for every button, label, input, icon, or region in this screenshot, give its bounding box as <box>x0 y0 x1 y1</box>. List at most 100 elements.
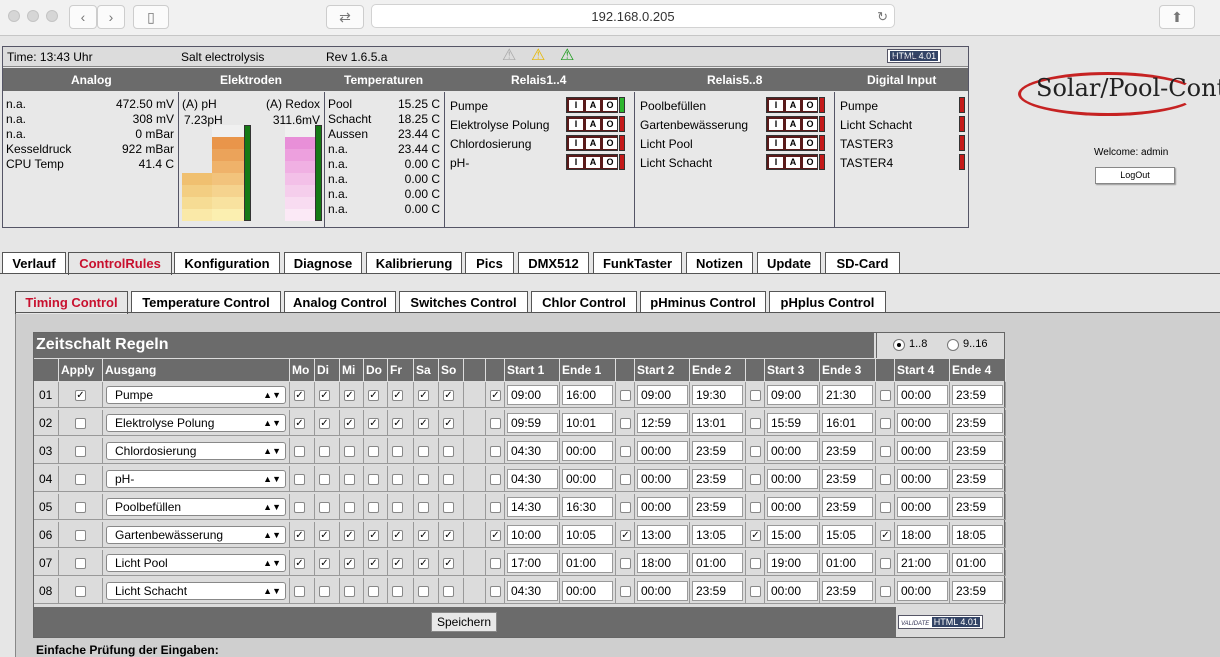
relay-iao-switch[interactable]: IAO <box>766 97 818 113</box>
start-time-input[interactable]: 00:00 <box>897 581 948 601</box>
end-time-input[interactable]: 23:59 <box>952 581 1003 601</box>
day-checkbox[interactable]: ✓ <box>344 530 355 541</box>
start-time-input[interactable]: 18:00 <box>637 553 688 573</box>
ausgang-select[interactable]: Elektrolyse Polung ▲▼ <box>106 414 286 432</box>
tab-notizen[interactable]: Notizen <box>686 252 753 274</box>
tab-konfiguration[interactable]: Konfiguration <box>174 252 280 274</box>
day-checkbox[interactable]: ✓ <box>443 390 454 401</box>
enable-checkbox[interactable] <box>750 558 761 569</box>
tab-funktaster[interactable]: FunkTaster <box>593 252 682 274</box>
start-time-input[interactable]: 09:00 <box>767 385 818 405</box>
back-icon[interactable]: ‹ <box>69 5 97 29</box>
day-checkbox[interactable]: ✓ <box>319 418 330 429</box>
ausgang-select[interactable]: Licht Schacht ▲▼ <box>106 582 286 600</box>
end-time-input[interactable]: 23:59 <box>822 441 873 461</box>
tab-sdcard[interactable]: SD-Card <box>825 252 900 274</box>
tab-pics[interactable]: Pics <box>465 252 514 274</box>
enable-checkbox[interactable] <box>490 446 501 457</box>
enable-checkbox[interactable] <box>880 558 891 569</box>
day-checkbox[interactable] <box>368 446 379 457</box>
day-checkbox[interactable] <box>443 446 454 457</box>
day-checkbox[interactable] <box>418 502 429 513</box>
start-time-input[interactable]: 13:00 <box>637 525 688 545</box>
tab-verlauf[interactable]: Verlauf <box>2 252 66 274</box>
apply-checkbox[interactable] <box>75 530 86 541</box>
footer-validator-badge[interactable]: VALIDATE HTML 4.01 <box>898 615 983 629</box>
day-checkbox[interactable] <box>418 586 429 597</box>
start-time-input[interactable]: 00:00 <box>637 581 688 601</box>
day-checkbox[interactable]: ✓ <box>392 390 403 401</box>
start-time-input[interactable]: 04:30 <box>507 581 558 601</box>
end-time-input[interactable]: 23:59 <box>692 497 743 517</box>
enable-checkbox[interactable] <box>620 390 631 401</box>
relay-a-button[interactable]: A <box>786 100 800 111</box>
end-time-input[interactable]: 00:00 <box>562 469 613 489</box>
start-time-input[interactable]: 00:00 <box>897 385 948 405</box>
end-time-input[interactable]: 23:59 <box>692 469 743 489</box>
day-checkbox[interactable]: ✓ <box>392 418 403 429</box>
enable-checkbox[interactable]: ✓ <box>880 530 891 541</box>
start-time-input[interactable]: 00:00 <box>767 469 818 489</box>
day-checkbox[interactable] <box>392 586 403 597</box>
enable-checkbox[interactable] <box>750 418 761 429</box>
sidebar-icon[interactable]: ▯ <box>133 5 169 29</box>
enable-checkbox[interactable] <box>490 502 501 513</box>
end-time-input[interactable]: 23:59 <box>952 497 1003 517</box>
end-time-input[interactable]: 18:05 <box>952 525 1003 545</box>
day-checkbox[interactable] <box>418 474 429 485</box>
start-time-input[interactable]: 00:00 <box>897 469 948 489</box>
end-time-input[interactable]: 00:00 <box>562 441 613 461</box>
relay-iao-switch[interactable]: IAO <box>766 116 818 132</box>
end-time-input[interactable]: 23:59 <box>692 581 743 601</box>
apply-checkbox[interactable] <box>75 558 86 569</box>
tab-dmx512[interactable]: DMX512 <box>518 252 589 274</box>
apply-checkbox[interactable] <box>75 446 86 457</box>
day-checkbox[interactable] <box>319 586 330 597</box>
range-9-16-radio[interactable] <box>947 339 959 351</box>
apply-checkbox[interactable] <box>75 418 86 429</box>
day-checkbox[interactable] <box>392 446 403 457</box>
relay-o-button[interactable]: O <box>803 100 817 111</box>
enable-checkbox[interactable] <box>620 502 631 513</box>
start-time-input[interactable]: 19:00 <box>767 553 818 573</box>
start-time-input[interactable]: 00:00 <box>637 469 688 489</box>
start-time-input[interactable]: 00:00 <box>897 441 948 461</box>
start-time-input[interactable]: 09:59 <box>507 413 558 433</box>
save-button[interactable]: Speichern <box>431 612 497 632</box>
end-time-input[interactable]: 19:30 <box>692 385 743 405</box>
subtab-analogcontrol[interactable]: Analog Control <box>284 291 396 313</box>
enable-checkbox[interactable] <box>880 418 891 429</box>
relay-a-button[interactable]: A <box>586 157 600 168</box>
enable-checkbox[interactable] <box>620 418 631 429</box>
day-checkbox[interactable] <box>418 446 429 457</box>
enable-checkbox[interactable] <box>880 390 891 401</box>
day-checkbox[interactable] <box>392 502 403 513</box>
start-time-input[interactable]: 18:00 <box>897 525 948 545</box>
relay-i-button[interactable]: I <box>569 157 583 168</box>
enable-checkbox[interactable]: ✓ <box>750 530 761 541</box>
end-time-input[interactable]: 21:30 <box>822 385 873 405</box>
apply-checkbox[interactable] <box>75 586 86 597</box>
ausgang-select[interactable]: Gartenbewässerung ▲▼ <box>106 526 286 544</box>
end-time-input[interactable]: 01:00 <box>822 553 873 573</box>
end-time-input[interactable]: 23:59 <box>692 441 743 461</box>
start-time-input[interactable]: 15:00 <box>767 525 818 545</box>
enable-checkbox[interactable] <box>750 390 761 401</box>
start-time-input[interactable]: 00:00 <box>637 441 688 461</box>
relay-i-button[interactable]: I <box>769 157 783 168</box>
relay-o-button[interactable]: O <box>803 138 817 149</box>
enable-checkbox[interactable] <box>490 558 501 569</box>
relay-i-button[interactable]: I <box>569 100 583 111</box>
relay-iao-switch[interactable]: IAO <box>566 135 618 151</box>
relay-a-button[interactable]: A <box>786 157 800 168</box>
enable-checkbox[interactable] <box>490 474 501 485</box>
day-checkbox[interactable]: ✓ <box>319 390 330 401</box>
subtab-timingcontrol[interactable]: Timing Control <box>15 291 128 314</box>
enable-checkbox[interactable] <box>620 446 631 457</box>
enable-checkbox[interactable] <box>750 586 761 597</box>
relay-o-button[interactable]: O <box>603 100 617 111</box>
end-time-input[interactable]: 13:01 <box>692 413 743 433</box>
day-checkbox[interactable]: ✓ <box>392 558 403 569</box>
enable-checkbox[interactable]: ✓ <box>620 530 631 541</box>
start-time-input[interactable]: 00:00 <box>897 497 948 517</box>
